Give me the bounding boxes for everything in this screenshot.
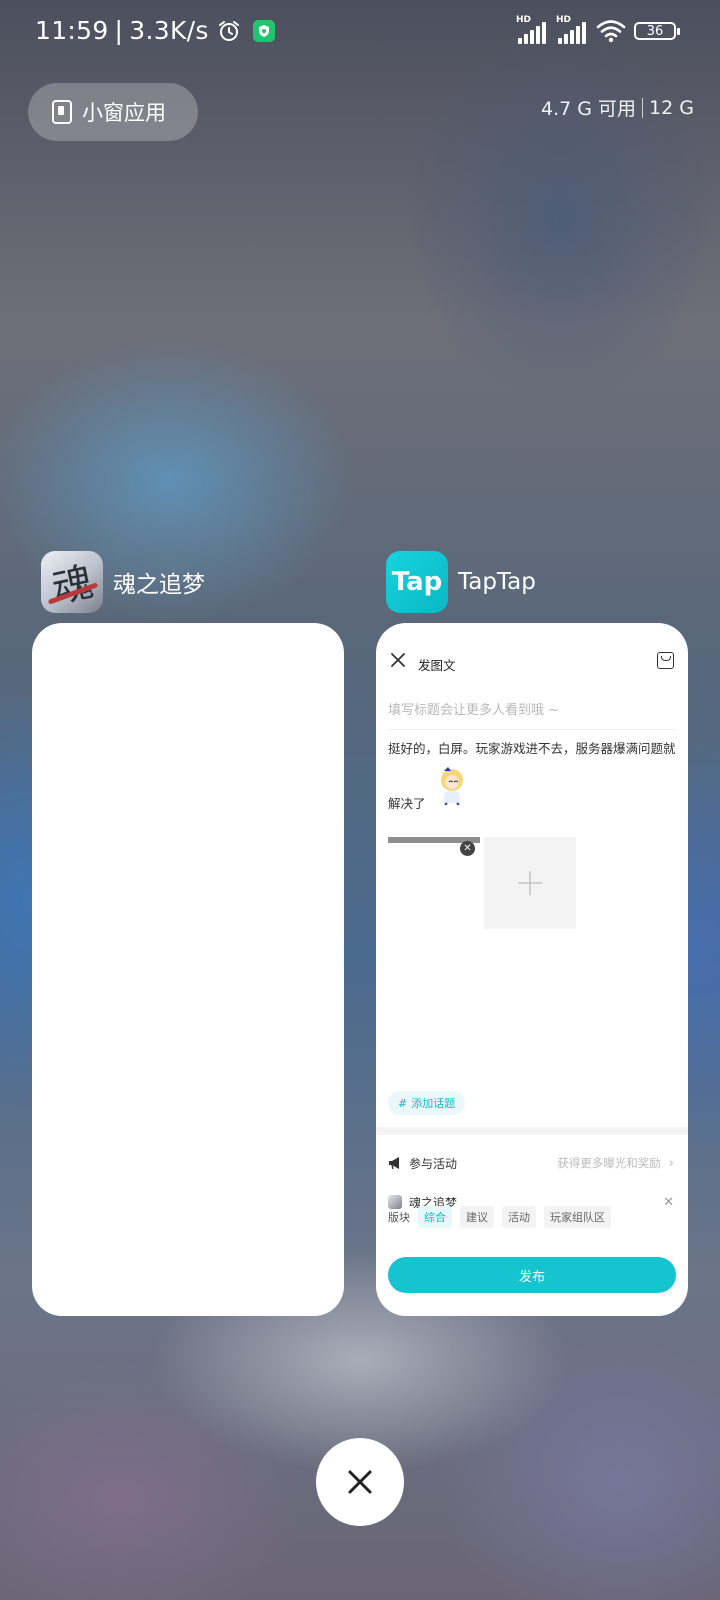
alarm-clock-icon — [218, 20, 239, 41]
taptap-icon: Tap — [386, 551, 448, 613]
app-name-hun: 魂之追梦 — [113, 572, 205, 598]
megaphone-icon — [389, 1157, 399, 1170]
activity-label: 参与活动 — [409, 1156, 458, 1171]
signal-sim2-icon: HD — [556, 15, 588, 44]
activity-row[interactable]: 参与活动 获得更多曝光和奖励 › — [388, 1151, 674, 1175]
battery-level: 36 — [646, 23, 664, 39]
publish-button[interactable]: 发布 — [388, 1257, 676, 1293]
status-right: HD HD 36 — [516, 15, 680, 44]
board-tag-event[interactable]: 活动 — [502, 1206, 536, 1228]
wifi-icon — [596, 20, 626, 43]
security-shield-icon — [252, 19, 275, 42]
memory-available: 4.7 G 可用 — [541, 98, 637, 120]
add-topic-button[interactable]: # 添加话题 — [388, 1091, 466, 1115]
battery-icon: 36 — [634, 22, 680, 40]
status-left: 11:59 | 3.3K/s — [35, 16, 275, 45]
post-body-line2[interactable]: 解决了 — [388, 793, 426, 812]
remove-game-icon[interactable]: ✕ — [663, 1195, 674, 1210]
post-body-line1[interactable]: 挺好的，白屏。玩家游戏进不去，服务器爆满问题就 — [388, 739, 678, 759]
board-tag-general[interactable]: 综合 — [418, 1206, 452, 1228]
floating-window-icon — [52, 100, 72, 124]
close-icon[interactable] — [388, 650, 408, 670]
clear-all-button[interactable] — [316, 1438, 404, 1526]
close-icon — [348, 1470, 372, 1494]
add-topic-label: 添加话题 — [411, 1097, 456, 1110]
app-name-taptap: TapTap — [458, 569, 536, 595]
board-selector: 版块 综合 建议 活动 玩家组队区 — [388, 1206, 611, 1228]
activity-hint: 获得更多曝光和奖励 — [557, 1156, 661, 1170]
board-tag-suggestion[interactable]: 建议 — [460, 1206, 494, 1228]
post-header: 发图文 — [376, 623, 688, 687]
hash-icon: # — [398, 1096, 408, 1110]
memory-total: 12 G — [649, 96, 694, 119]
section-separator — [376, 1127, 688, 1135]
title-divider — [388, 729, 676, 730]
floating-window-label: 小窗应用 — [82, 101, 166, 125]
add-image-button[interactable] — [484, 837, 576, 929]
app-header-taptap[interactable]: Tap TapTap — [386, 551, 536, 613]
app-card-hun[interactable] — [32, 623, 344, 1316]
floating-window-button[interactable]: 小窗应用 — [28, 83, 198, 141]
status-bar: 11:59 | 3.3K/s HD HD 36 — [0, 0, 720, 66]
signal-sim1-icon: HD — [516, 15, 548, 44]
board-tag-team[interactable]: 玩家组队区 — [544, 1206, 611, 1228]
drafts-box-icon[interactable] — [657, 652, 674, 669]
anime-sticker-icon — [441, 767, 463, 805]
hun-game-icon: 魂 — [41, 551, 103, 613]
app-card-taptap[interactable]: 发图文 填写标题会让更多人看到哦 ~ 挺好的，白屏。玩家游戏进不去，服务器爆满问… — [376, 623, 688, 1316]
memory-divider — [642, 97, 644, 118]
app-header-hun[interactable]: 魂 魂之追梦 — [41, 551, 205, 613]
status-separator: | — [114, 16, 124, 45]
network-speed: 3.3K/s — [129, 16, 209, 45]
board-label: 版块 — [388, 1211, 410, 1224]
title-input[interactable]: 填写标题会让更多人看到哦 ~ — [388, 699, 559, 718]
chevron-right-icon: › — [668, 1155, 674, 1171]
plus-icon — [518, 871, 542, 895]
status-time: 11:59 — [35, 16, 109, 45]
memory-info: 4.7 G 可用 12 G — [541, 94, 694, 121]
hun-icon-glyph: 魂 — [48, 559, 98, 613]
post-title: 发图文 — [418, 658, 456, 673]
remove-image-icon[interactable]: ✕ — [460, 841, 475, 856]
taptap-icon-text: Tap — [391, 567, 443, 597]
